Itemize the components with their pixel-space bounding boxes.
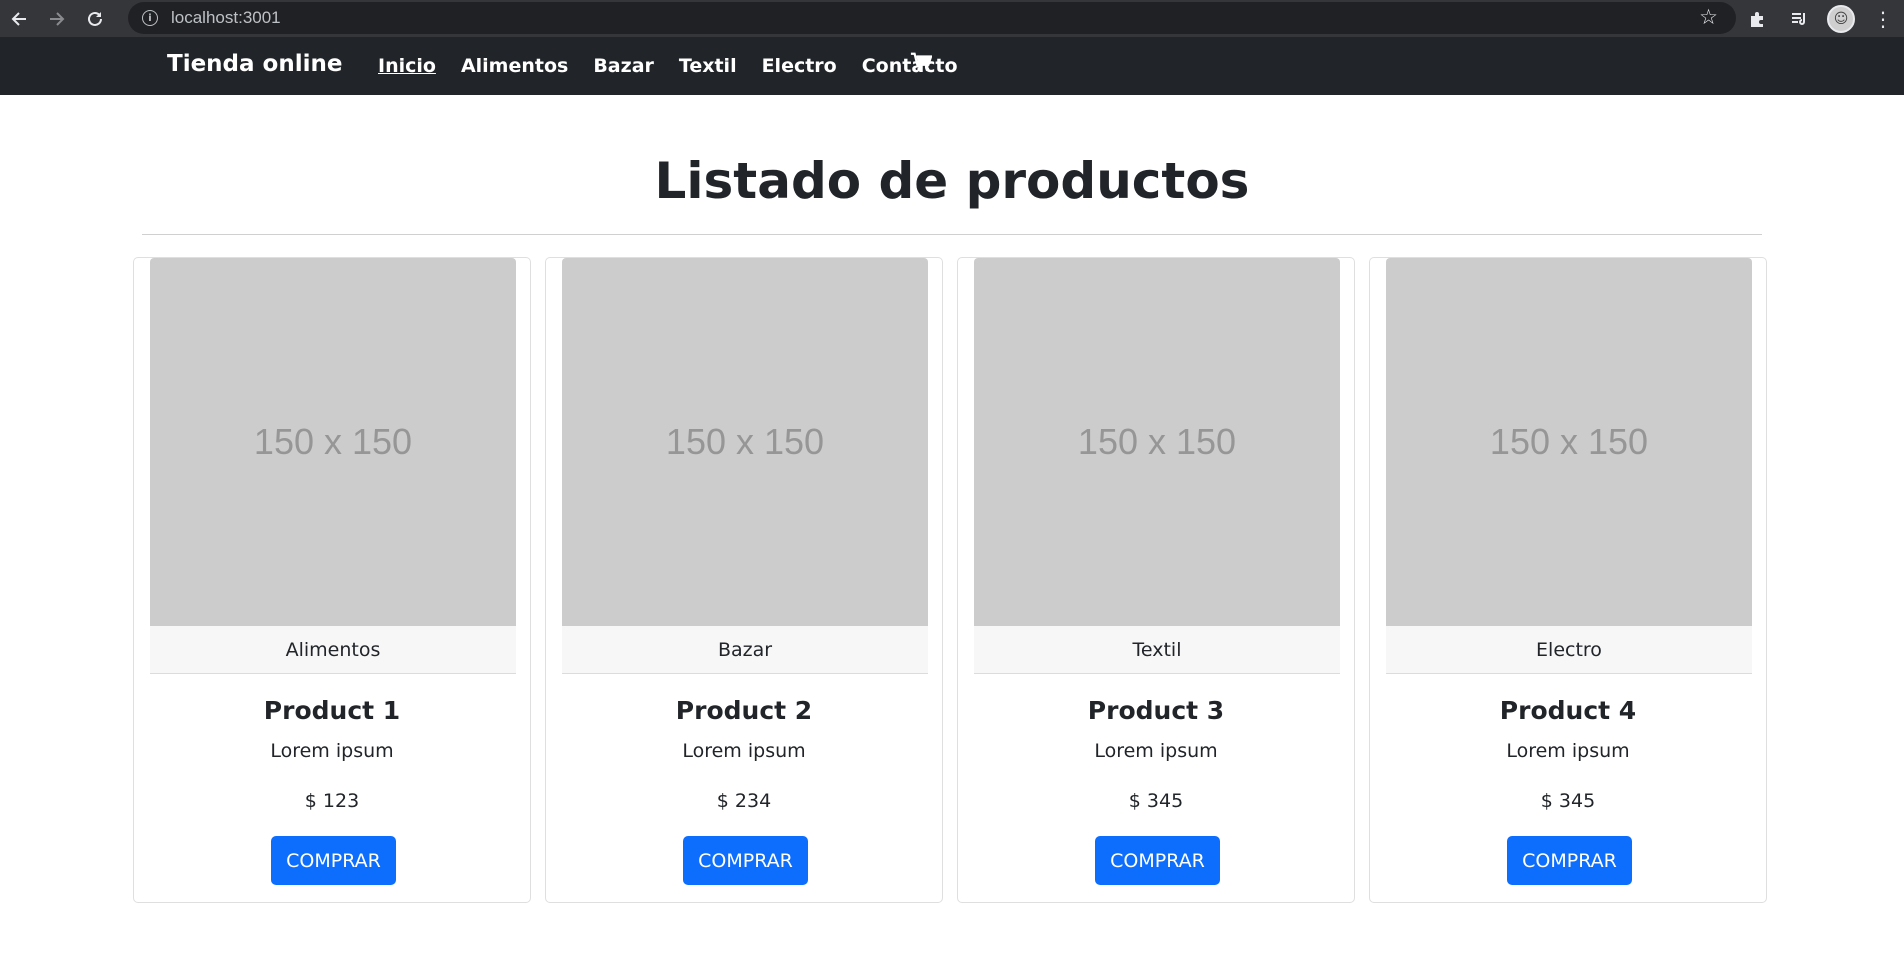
product-image-placeholder: 150 x 150 — [1386, 258, 1752, 626]
product-price: $ 234 — [716, 790, 772, 812]
site-navbar: Tienda online Inicio Alimentos Bazar Tex… — [0, 37, 1904, 95]
menu-kebab-icon[interactable]: ⋮ — [1862, 0, 1904, 37]
avatar: ☺ — [1827, 4, 1855, 33]
product-card: 150 x 150 Textil Product 3 Lorem ipsum $… — [957, 257, 1355, 903]
product-category: Bazar — [562, 626, 928, 674]
address-bar[interactable]: i localhost:3001 ☆ — [128, 2, 1736, 34]
product-grid: 150 x 150 Alimentos Product 1 Lorem ipsu… — [133, 257, 1767, 903]
product-image-placeholder: 150 x 150 — [562, 258, 928, 626]
nav-link-inicio[interactable]: Inicio — [378, 55, 436, 77]
product-card: 150 x 150 Alimentos Product 1 Lorem ipsu… — [133, 257, 531, 903]
product-name: Product 4 — [1499, 696, 1637, 725]
profile-avatar[interactable]: ☺ — [1820, 0, 1862, 37]
title-divider — [142, 234, 1762, 235]
url-text[interactable]: localhost:3001 — [171, 8, 281, 28]
product-description: Lorem ipsum — [270, 740, 394, 762]
buy-button[interactable]: COMPRAR — [1507, 836, 1632, 885]
product-card: 150 x 150 Bazar Product 2 Lorem ipsum $ … — [545, 257, 943, 903]
nav-links: Inicio Alimentos Bazar Textil Electro Co… — [378, 55, 983, 77]
page-title: Listado de productos — [654, 152, 1250, 210]
product-description: Lorem ipsum — [1094, 740, 1218, 762]
product-name: Product 1 — [263, 696, 401, 725]
shopping-cart-icon[interactable] — [910, 51, 932, 73]
product-description: Lorem ipsum — [1506, 740, 1630, 762]
browser-toolbar: i localhost:3001 ☆ ☺ ⋮ — [0, 0, 1904, 37]
extensions-icon[interactable] — [1736, 0, 1778, 37]
product-description: Lorem ipsum — [682, 740, 806, 762]
product-card: 150 x 150 Electro Product 4 Lorem ipsum … — [1369, 257, 1767, 903]
reading-list-icon[interactable] — [1778, 0, 1820, 37]
browser-actions: ☺ ⋮ — [1736, 0, 1904, 37]
product-image-placeholder: 150 x 150 — [974, 258, 1340, 626]
reload-icon — [88, 11, 102, 26]
bookmark-star-icon[interactable]: ☆ — [1699, 5, 1718, 29]
nav-link-bazar[interactable]: Bazar — [593, 55, 654, 77]
product-category: Textil — [974, 626, 1340, 674]
product-name: Product 3 — [1087, 696, 1225, 725]
product-price: $ 345 — [1540, 790, 1596, 812]
product-price: $ 123 — [304, 790, 360, 812]
buy-button[interactable]: COMPRAR — [1095, 836, 1220, 885]
product-image-placeholder: 150 x 150 — [150, 258, 516, 626]
arrow-right-icon — [50, 11, 65, 26]
nav-link-alimentos[interactable]: Alimentos — [461, 55, 568, 77]
site-info-icon[interactable]: i — [142, 10, 158, 26]
product-name: Product 2 — [675, 696, 813, 725]
product-price: $ 345 — [1128, 790, 1184, 812]
product-category: Alimentos — [150, 626, 516, 674]
product-category: Electro — [1386, 626, 1752, 674]
nav-link-electro[interactable]: Electro — [762, 55, 837, 77]
forward-button[interactable] — [38, 0, 76, 37]
buy-button[interactable]: COMPRAR — [683, 836, 808, 885]
back-button[interactable] — [0, 0, 38, 37]
reload-button[interactable] — [76, 0, 114, 37]
nav-link-textil[interactable]: Textil — [679, 55, 737, 77]
brand-logo-text[interactable]: Tienda online — [167, 51, 342, 77]
arrow-left-icon — [11, 11, 26, 26]
buy-button[interactable]: COMPRAR — [271, 836, 396, 885]
